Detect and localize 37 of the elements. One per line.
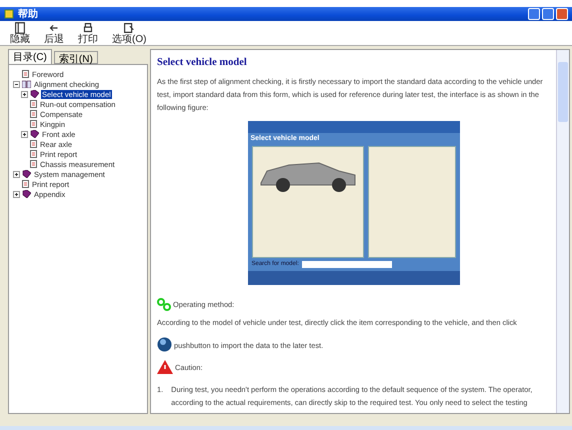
toolbar-button[interactable]: 选项(O) — [110, 21, 148, 45]
topic-heading: Select vehicle model — [157, 56, 248, 69]
close-button[interactable] — [556, 8, 568, 20]
page-icon — [30, 160, 37, 168]
maximize-button[interactable] — [542, 8, 554, 20]
book-icon — [22, 170, 31, 178]
page-icon — [30, 150, 37, 158]
page-icon — [22, 180, 29, 188]
gears-icon — [157, 298, 171, 311]
expand-icon[interactable] — [13, 190, 20, 198]
toolbar-button[interactable]: 隐藏 — [8, 21, 32, 45]
book-icon — [30, 90, 39, 98]
page-icon — [30, 140, 37, 148]
warning-icon — [157, 360, 173, 374]
expand-icon[interactable] — [21, 90, 28, 98]
toolbar-button[interactable]: 打印 — [76, 21, 100, 45]
page-icon — [22, 70, 29, 78]
tab[interactable]: 索引(N) — [54, 51, 98, 64]
window-title: 帮助 — [18, 8, 38, 21]
expand-icon[interactable] — [13, 170, 20, 178]
help-icon — [4, 9, 14, 19]
page-icon — [30, 120, 37, 128]
expand-icon[interactable] — [21, 130, 28, 138]
tab[interactable]: 目录(C) — [8, 49, 52, 64]
open-book-icon — [22, 80, 31, 88]
panel-icon — [13, 21, 27, 35]
page-icon — [30, 110, 37, 118]
scrollbar[interactable] — [556, 50, 569, 413]
minimize-button[interactable] — [528, 8, 540, 20]
page-icon — [30, 100, 37, 108]
toolbar-button[interactable]: 后退 — [42, 21, 66, 45]
book-icon — [22, 190, 31, 198]
printer-icon — [81, 21, 95, 35]
collapse-icon[interactable] — [13, 80, 20, 88]
document-icon — [122, 21, 136, 35]
book-icon — [30, 130, 39, 138]
round-button-icon — [157, 337, 172, 352]
